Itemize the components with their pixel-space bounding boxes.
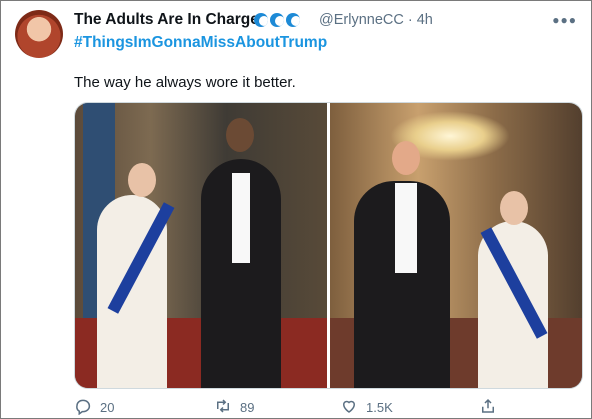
tweet-media[interactable] bbox=[74, 102, 583, 389]
tweet-card[interactable]: The Adults Are In Charge @ErlynneCC · 4h… bbox=[0, 0, 592, 419]
share-icon bbox=[479, 397, 497, 418]
like-count: 1.5K bbox=[366, 400, 393, 415]
photo-figure-face bbox=[128, 163, 156, 197]
retweet-button[interactable]: 89 bbox=[214, 397, 254, 418]
tweet-text: The way he always wore it better. bbox=[74, 74, 296, 91]
reply-count: 20 bbox=[100, 400, 115, 415]
retweet-icon bbox=[214, 397, 232, 418]
wave-emoji-icon bbox=[254, 13, 268, 27]
photo-figure-shirt bbox=[395, 183, 417, 273]
wave-emoji-icon bbox=[270, 13, 284, 27]
photo-figure-face bbox=[392, 141, 420, 175]
share-button[interactable] bbox=[479, 397, 497, 418]
retweet-count: 89 bbox=[240, 400, 255, 415]
author-emoji-group bbox=[254, 13, 300, 27]
like-button[interactable]: 1.5K bbox=[340, 397, 393, 418]
author-avatar[interactable] bbox=[15, 10, 63, 58]
hashtag-link[interactable]: #ThingsImGonnaMissAboutTrump bbox=[74, 34, 327, 52]
photo-figure-face bbox=[226, 118, 254, 152]
reply-icon bbox=[74, 397, 92, 418]
reply-button[interactable]: 20 bbox=[74, 397, 114, 418]
photo-figure-face bbox=[500, 191, 528, 225]
more-options-icon[interactable]: ●●● bbox=[552, 13, 577, 27]
photo-figure-shirt bbox=[232, 173, 250, 263]
author-name[interactable]: The Adults Are In Charge bbox=[74, 11, 259, 29]
author-handle-and-time[interactable]: @ErlynneCC · 4h bbox=[319, 12, 433, 28]
heart-icon bbox=[340, 397, 358, 418]
author-handle[interactable]: @ErlynneCC bbox=[319, 12, 404, 28]
tweet-header: The Adults Are In Charge @ErlynneCC · 4h… bbox=[74, 11, 577, 31]
media-photo-right[interactable] bbox=[330, 103, 582, 388]
wave-emoji-icon bbox=[286, 13, 300, 27]
tweet-actions: 20 89 1.5K bbox=[74, 397, 514, 417]
tweet-time[interactable]: 4h bbox=[417, 12, 433, 28]
separator-dot: · bbox=[407, 12, 413, 28]
media-photo-left[interactable] bbox=[75, 103, 327, 388]
